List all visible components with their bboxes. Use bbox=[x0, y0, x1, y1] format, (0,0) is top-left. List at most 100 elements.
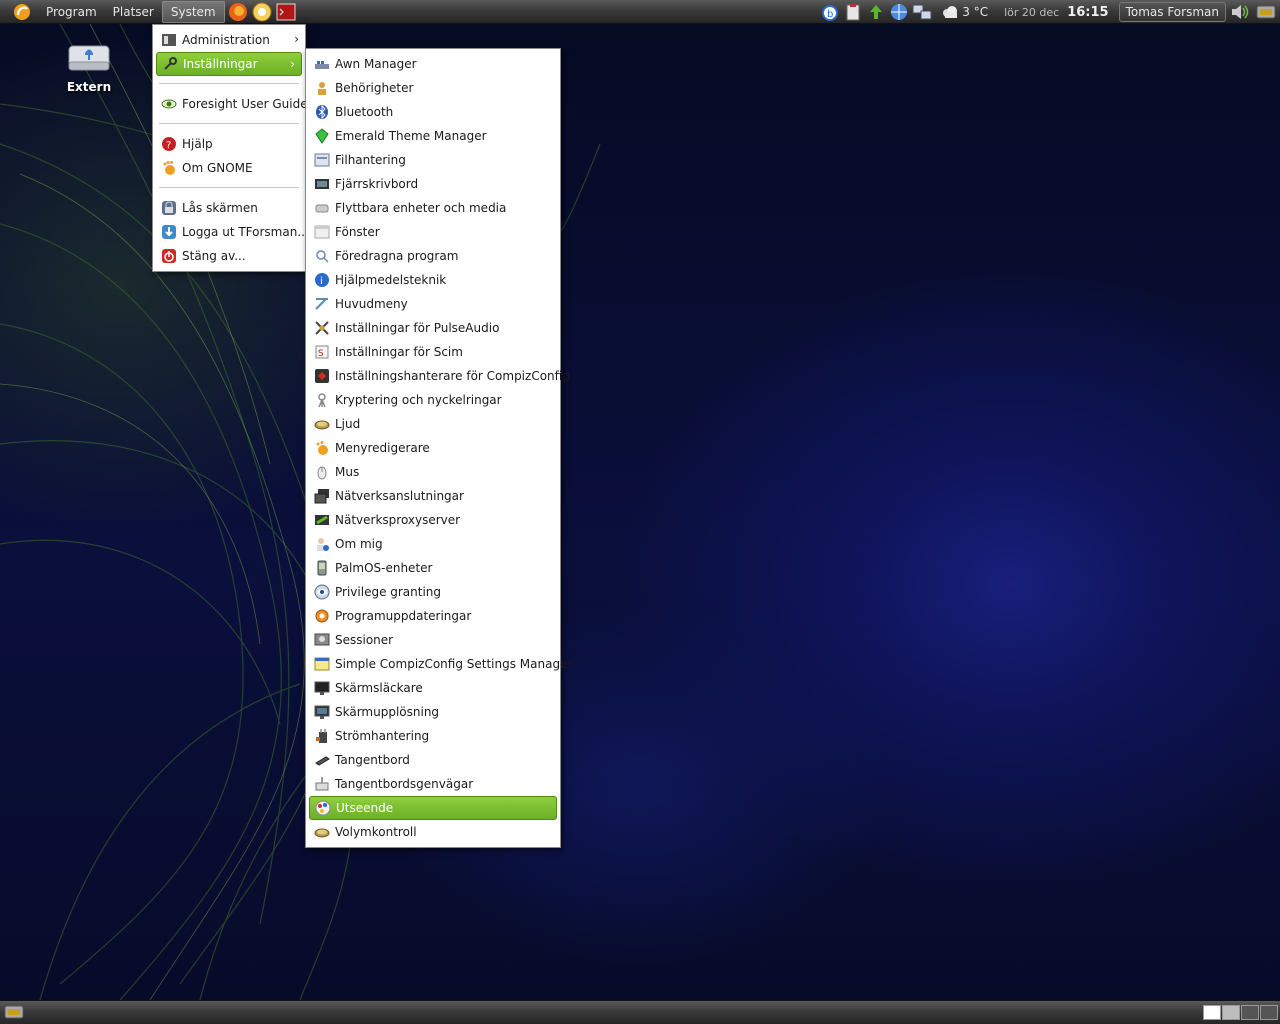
volume-icon[interactable] bbox=[1230, 2, 1250, 22]
menu-item-label: Lås skärmen bbox=[182, 201, 258, 215]
menu-item-fonster[interactable]: Fönster bbox=[306, 220, 560, 244]
menu-item-label: Inställningar för PulseAudio bbox=[335, 321, 500, 335]
menu-item-hjalp[interactable]: ? Hjälp bbox=[153, 132, 305, 156]
menu-item-label: Menyredigerare bbox=[335, 441, 430, 455]
menu-item-label: Inställningar bbox=[183, 57, 258, 71]
menu-item-skarmslackare[interactable]: Skärmsläckare bbox=[306, 676, 560, 700]
workspace-2[interactable] bbox=[1222, 1005, 1240, 1020]
menu-item-administration[interactable]: Administration › bbox=[153, 28, 305, 52]
terminal-launcher-icon[interactable] bbox=[275, 1, 297, 23]
file-management-icon bbox=[314, 152, 330, 168]
smart-package-launcher-icon[interactable] bbox=[251, 1, 273, 23]
network-globe-icon[interactable] bbox=[889, 2, 909, 22]
remote-desktop-icon bbox=[314, 176, 330, 192]
menu-item-natverksproxyserver[interactable]: Nätverksproxyserver bbox=[306, 508, 560, 532]
menu-item-scim[interactable]: S Inställningar för Scim bbox=[306, 340, 560, 364]
menu-item-natverksanslutningar[interactable]: Nätverksanslutningar bbox=[306, 484, 560, 508]
menu-item-label: Mus bbox=[335, 465, 360, 479]
menu-item-foresight-user-guide[interactable]: Foresight User Guide bbox=[153, 92, 308, 116]
user-switcher-button[interactable]: Tomas Forsman bbox=[1118, 2, 1226, 22]
menu-item-huvudmeny[interactable]: Huvudmeny bbox=[306, 292, 560, 316]
menu-item-volymkontroll[interactable]: Volymkontroll bbox=[306, 820, 560, 844]
workspace-1[interactable] bbox=[1203, 1005, 1221, 1020]
menu-item-mus[interactable]: Mus bbox=[306, 460, 560, 484]
volume-control-icon bbox=[314, 824, 330, 840]
menu-item-label: Inställningar för Scim bbox=[335, 345, 463, 359]
preferences-icon bbox=[162, 56, 178, 72]
privilege-icon bbox=[314, 584, 330, 600]
menu-item-foredragna-program[interactable]: Föredragna program bbox=[306, 244, 560, 268]
menu-item-stang-av[interactable]: Stäng av... bbox=[153, 244, 305, 268]
weather-temperature[interactable]: 3 °C bbox=[962, 5, 988, 19]
clock-date[interactable]: lör 20 dec bbox=[1004, 6, 1059, 19]
workspace-4[interactable] bbox=[1260, 1005, 1278, 1020]
desktop-icon-extern[interactable]: Extern bbox=[58, 40, 120, 94]
menu-item-simple-ccsm[interactable]: Simple CompizConfig Settings Manager bbox=[306, 652, 572, 676]
logout-icon bbox=[161, 224, 177, 240]
permissions-icon bbox=[314, 80, 330, 96]
beagle-search-icon[interactable]: b bbox=[820, 2, 840, 22]
menu-item-utseende[interactable]: Utseende bbox=[309, 796, 557, 820]
menu-program[interactable]: Program bbox=[38, 1, 105, 23]
pulseaudio-icon bbox=[314, 320, 330, 336]
menu-item-awn-manager[interactable]: Awn Manager bbox=[306, 52, 560, 76]
weather-cloud-icon[interactable] bbox=[940, 2, 960, 22]
menu-item-bluetooth[interactable]: Bluetooth bbox=[306, 100, 560, 124]
menu-item-flyttbara-enheter[interactable]: Flyttbara enheter och media bbox=[306, 196, 560, 220]
clock-time[interactable]: 16:15 bbox=[1067, 5, 1108, 20]
clipboard-icon[interactable] bbox=[843, 2, 863, 22]
menu-item-palmos-enheter[interactable]: PalmOS-enheter bbox=[306, 556, 560, 580]
menu-item-label: Om GNOME bbox=[182, 161, 253, 175]
desktop-icon-label: Extern bbox=[66, 80, 112, 94]
help-icon: ? bbox=[161, 136, 177, 152]
menu-item-skarmupplosning[interactable]: Skärmupplösning bbox=[306, 700, 560, 724]
menu-item-emerald-theme-manager[interactable]: Emerald Theme Manager bbox=[306, 124, 560, 148]
menu-item-behorigheter[interactable]: Behörigheter bbox=[306, 76, 560, 100]
menu-item-label: Foresight User Guide bbox=[182, 97, 308, 111]
menu-item-ljud[interactable]: Ljud bbox=[306, 412, 560, 436]
menu-item-label: Administration bbox=[182, 33, 270, 47]
menu-item-hjalpmedelsteknik[interactable]: i Hjälpmedelsteknik bbox=[306, 268, 560, 292]
workspace-3[interactable] bbox=[1241, 1005, 1259, 1020]
show-desktop-icon[interactable] bbox=[1256, 2, 1276, 22]
menu-item-sessioner[interactable]: Sessioner bbox=[306, 628, 560, 652]
bottom-panel bbox=[0, 1000, 1280, 1024]
menu-item-menyredigerare[interactable]: Menyredigerare bbox=[306, 436, 560, 460]
menu-item-label: Privilege granting bbox=[335, 585, 442, 599]
menu-item-filhantering[interactable]: Filhantering bbox=[306, 148, 560, 172]
firefox-launcher-icon[interactable] bbox=[227, 1, 249, 23]
top-panel: Program Platser System b 3 °C lör 20 dec… bbox=[0, 0, 1280, 24]
menu-item-tangentbord[interactable]: Tangentbord bbox=[306, 748, 560, 772]
menu-item-las-skarmen[interactable]: Lås skärmen bbox=[153, 196, 305, 220]
menu-item-om-gnome[interactable]: Om GNOME bbox=[153, 156, 305, 180]
menu-item-om-mig[interactable]: Om mig bbox=[306, 532, 560, 556]
foresight-logo-icon[interactable] bbox=[12, 2, 32, 22]
workspace-switcher bbox=[1202, 1005, 1278, 1020]
menu-item-label: Behörigheter bbox=[335, 81, 414, 95]
menu-item-compizconfig[interactable]: Inställningshanterare för CompizConfig bbox=[306, 364, 570, 388]
menu-item-fjarrskrivbord[interactable]: Fjärrskrivbord bbox=[306, 172, 560, 196]
main-menu-icon bbox=[314, 296, 330, 312]
network-manager-icon[interactable] bbox=[912, 2, 932, 22]
scim-icon: S bbox=[314, 344, 330, 360]
menu-system[interactable]: System bbox=[161, 0, 225, 23]
show-desktop-button-icon[interactable] bbox=[4, 1004, 24, 1021]
menu-item-label: Volymkontroll bbox=[335, 825, 417, 839]
menu-item-privilege-granting[interactable]: Privilege granting bbox=[306, 580, 560, 604]
keyboard-icon bbox=[314, 752, 330, 768]
update-notifier-icon[interactable] bbox=[866, 2, 886, 22]
menu-item-stromhantering[interactable]: Strömhantering bbox=[306, 724, 560, 748]
window-icon bbox=[314, 224, 330, 240]
simple-ccsm-icon bbox=[314, 656, 330, 672]
menu-item-programuppdateringar[interactable]: Programuppdateringar bbox=[306, 604, 560, 628]
screensaver-icon bbox=[314, 680, 330, 696]
menu-item-pulseaudio[interactable]: Inställningar för PulseAudio bbox=[306, 316, 560, 340]
panel-tray: b 3 °C lör 20 dec 16:15 Tomas Forsman bbox=[817, 0, 1280, 24]
menu-item-installningar[interactable]: Inställningar › bbox=[156, 52, 302, 76]
menu-item-kryptering[interactable]: Kryptering och nyckelringar bbox=[306, 388, 560, 412]
menu-item-logga-ut[interactable]: Logga ut TForsman... bbox=[153, 220, 309, 244]
menu-item-label: Tangentbordsgenvägar bbox=[335, 777, 474, 791]
compizconfig-icon bbox=[314, 368, 330, 384]
menu-item-tangentbordsgenvagar[interactable]: Tangentbordsgenvägar bbox=[306, 772, 560, 796]
menu-platser[interactable]: Platser bbox=[105, 1, 162, 23]
